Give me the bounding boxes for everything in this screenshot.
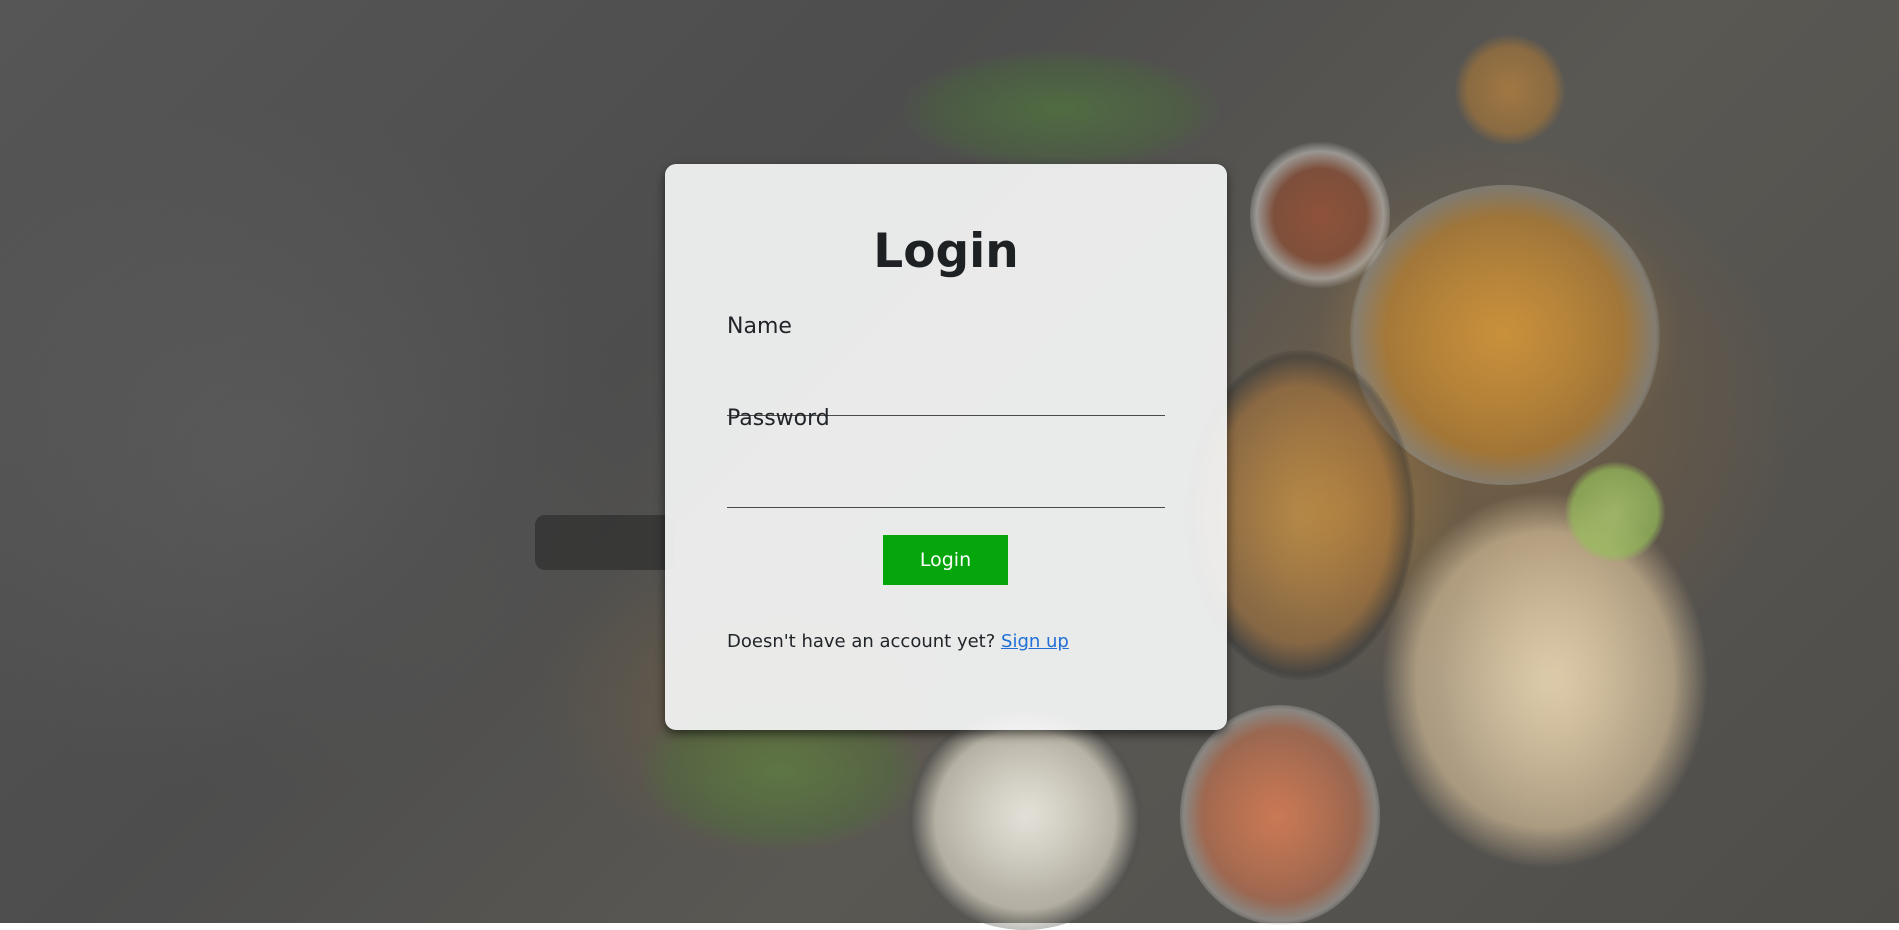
greens-top-shape [900, 50, 1220, 170]
login-button[interactable]: Login [883, 535, 1008, 585]
signup-prompt: Doesn't have an account yet? [727, 631, 996, 652]
chutney-bowl-shape [1180, 705, 1380, 925]
password-label: Password [727, 406, 830, 431]
pan-handle-shape [535, 515, 675, 570]
ladle-shape [1455, 35, 1565, 145]
white-rice-bowl-shape [905, 710, 1145, 930]
lime-shape [1565, 462, 1665, 562]
login-card: Login Name Password Login Doesn't have a… [665, 164, 1227, 730]
login-title: Login [873, 224, 1019, 279]
signup-row: Doesn't have an account yet? Sign up [727, 631, 1069, 652]
flatbread-shape [1380, 490, 1710, 870]
password-input[interactable] [727, 478, 1165, 508]
spice-bowl-shape [1250, 140, 1390, 290]
signup-link[interactable]: Sign up [1001, 631, 1069, 652]
name-label: Name [727, 314, 792, 339]
